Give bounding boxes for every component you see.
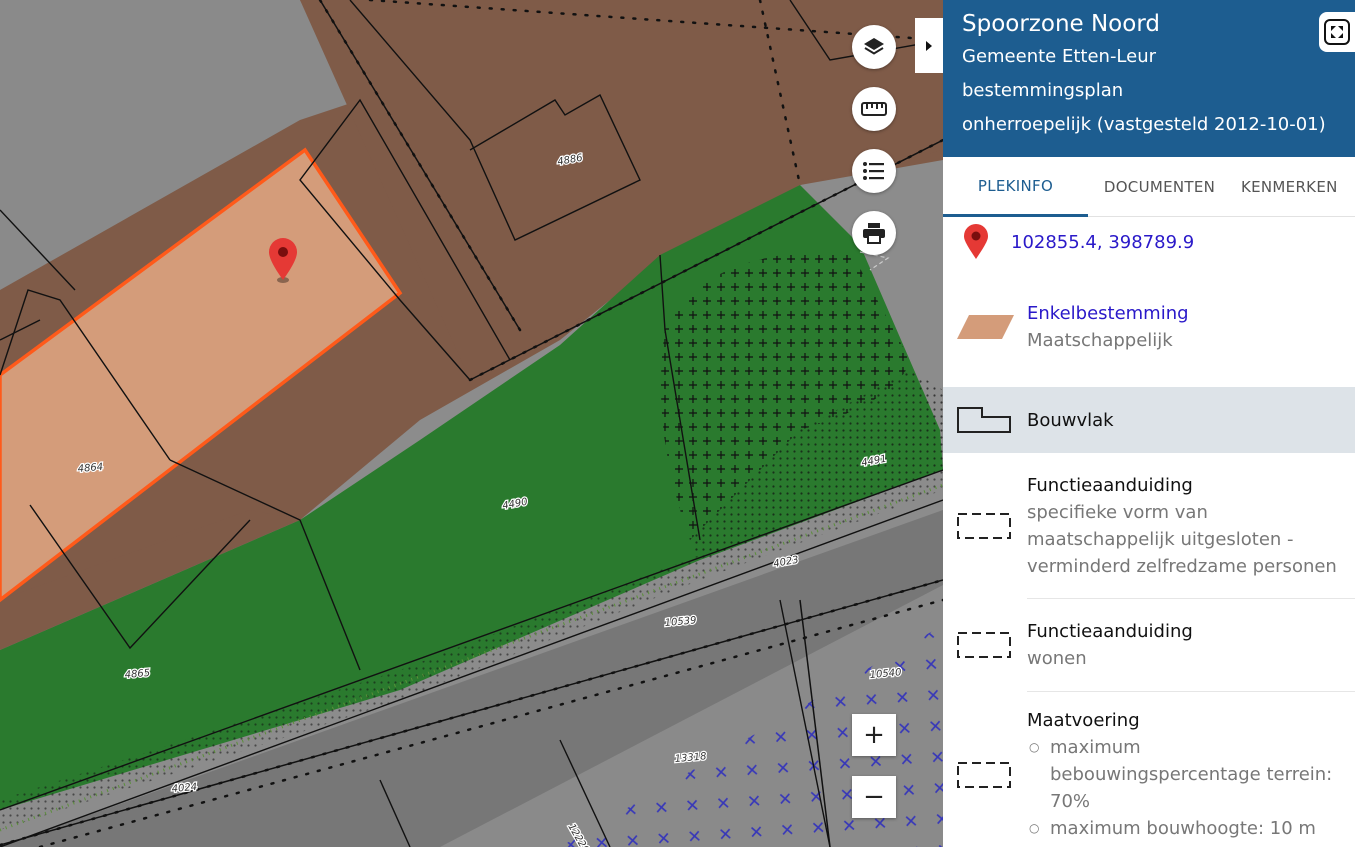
printer-icon: [863, 223, 885, 244]
entry-enkelbestemming[interactable]: Enkelbestemming Maatschappelijk: [943, 267, 1355, 387]
entry-functieaanduiding-1[interactable]: Functieaanduiding specifieke vorm van ma…: [943, 453, 1355, 598]
plan-type: bestemmingsplan: [962, 80, 1124, 101]
municipality: Gemeente Etten-Leur: [962, 46, 1157, 67]
coordinate-row: 102855.4, 398789.9: [943, 217, 1355, 267]
ruler-icon: [861, 102, 887, 116]
plan-status: onherroepelijk (vastgesteld 2012-10-01): [962, 114, 1326, 135]
functieaanduiding-title: Functieaanduiding: [1027, 621, 1193, 642]
list-icon: [863, 162, 884, 180]
layers-icon: [864, 38, 884, 55]
coordinate-value: 102855.4, 398789.9: [1011, 231, 1195, 253]
functieaanduiding-line: maatschappelijk uitgesloten -: [1027, 528, 1294, 550]
bouwvlak-title: Bouwvlak: [1027, 409, 1114, 431]
functieaanduiding-line: verminderd zelfredzame personen: [1027, 555, 1337, 577]
entry-functieaanduiding-2[interactable]: Functieaanduiding wonen: [943, 599, 1355, 691]
parcel-label: 4865: [124, 668, 150, 681]
maatvoering-title: Maatvoering: [1027, 710, 1140, 731]
maatvoering-item-line: bebouwingspercentage terrein:: [1050, 764, 1333, 785]
enkelbestemming-title[interactable]: Enkelbestemming: [1027, 300, 1189, 327]
parcel-label: 4024: [171, 782, 197, 795]
map-pin-icon: [964, 224, 988, 259]
functieaanduiding-value: wonen: [1027, 648, 1087, 669]
enkelbestemming-swatch: [957, 315, 1014, 339]
entry-bouwvlak[interactable]: Bouwvlak: [943, 387, 1355, 453]
collapse-panel-button[interactable]: [915, 18, 943, 73]
maatvoering-item: maximum bebouwingspercentage terrein: 70…: [1027, 734, 1332, 815]
map-canvas[interactable]: 4886 4864 4865 4490 4491 4023 10539 1054…: [0, 0, 943, 847]
panel-header: Spoorzone Noord Gemeente Etten-Leur best…: [943, 0, 1355, 157]
functieaanduiding-title: Functieaanduiding: [1027, 474, 1193, 496]
zoom-in-button[interactable]: +: [852, 714, 896, 756]
maatvoering-list: maximum bebouwingspercentage terrein: 70…: [1027, 734, 1332, 842]
tab-plekinfo[interactable]: PLEKINFO: [943, 157, 1088, 217]
functieaanduiding-symbol: [957, 632, 1011, 658]
maatvoering-item: maximum bouwhoogte: 10 m: [1027, 815, 1332, 842]
enkelbestemming-value: Maatschappelijk: [1027, 330, 1173, 351]
plan-title: Spoorzone Noord: [962, 11, 1160, 37]
functieaanduiding-line: specifieke vorm van: [1027, 501, 1208, 523]
tab-documenten[interactable]: DOCUMENTEN: [1088, 157, 1231, 217]
fullscreen-button[interactable]: [1319, 12, 1355, 52]
fullscreen-icon: [1324, 19, 1350, 45]
caret-right-icon: [926, 40, 932, 51]
legend-button[interactable]: [852, 149, 896, 193]
layers-button[interactable]: [852, 25, 896, 69]
tab-kenmerken[interactable]: KENMERKEN: [1231, 157, 1355, 217]
tab-bar: PLEKINFO DOCUMENTEN KENMERKEN: [943, 157, 1355, 217]
measure-button[interactable]: [852, 87, 896, 131]
maatvoering-item-line: maximum: [1050, 737, 1141, 758]
bouwvlak-symbol: [957, 407, 1011, 433]
functieaanduiding-symbol: [957, 512, 1011, 539]
maatvoering-item-line: 70%: [1050, 791, 1091, 812]
print-button[interactable]: [852, 211, 896, 255]
info-panel: Spoorzone Noord Gemeente Etten-Leur best…: [943, 0, 1355, 847]
maatvoering-symbol: [957, 761, 1011, 788]
zoom-out-button[interactable]: −: [852, 776, 896, 818]
map-view[interactable]: 4886 4864 4865 4490 4491 4023 10539 1054…: [0, 0, 943, 847]
parcel-label: 4864: [77, 462, 103, 475]
entry-maatvoering[interactable]: Maatvoering maximum bebouwingspercentage…: [943, 692, 1355, 847]
